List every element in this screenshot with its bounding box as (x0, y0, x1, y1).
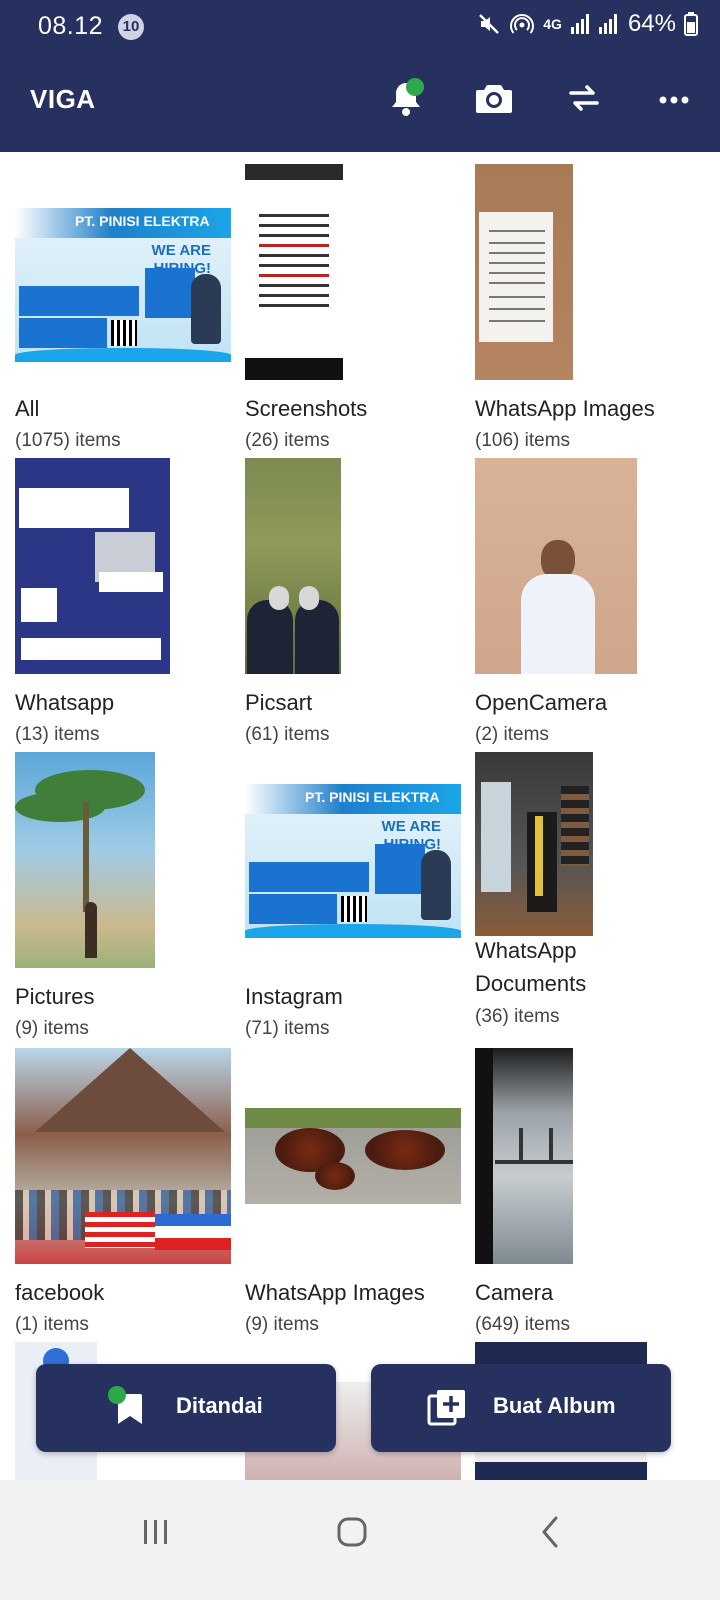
notification-dot (406, 78, 424, 96)
battery-level: 64% (627, 10, 676, 37)
album-name: facebook (15, 1280, 105, 1305)
album-count: (26) items (245, 430, 330, 451)
album-thumbnail (15, 752, 155, 968)
album-name: Pictures (15, 984, 95, 1009)
status-icons: 4G 64% (477, 10, 698, 38)
album-card[interactable]: OpenCamera (2) items (475, 458, 705, 748)
album-thumbnail (15, 458, 170, 674)
album-name: Whatsapp (15, 690, 115, 715)
album-count: (9) items (245, 1314, 319, 1335)
notifications-button[interactable] (380, 74, 432, 126)
album-card[interactable]: WhatsApp Documents (36) items (475, 752, 705, 1042)
recent-apps-icon (141, 1517, 171, 1552)
swap-icon (567, 83, 601, 118)
album-thumbnail (245, 1108, 461, 1204)
status-time: 08.12 (38, 12, 104, 40)
album-name: WhatsApp (475, 938, 577, 963)
album-thumbnail (475, 1048, 573, 1264)
album-name: All (15, 396, 40, 421)
album-thumbnail (475, 752, 593, 936)
album-count: (2) items (475, 724, 549, 745)
album-name: WhatsApp Images (475, 396, 655, 421)
album-thumbnail (245, 164, 343, 380)
recent-apps-button[interactable] (126, 1506, 186, 1562)
album-thumbnail: PT. PINISI ELEKTRA WE ARE HIRING! (245, 784, 461, 938)
album-thumbnail (475, 164, 573, 380)
album-grid: PT. PINISI ELEKTRA WE ARE HIRING! All (1… (0, 152, 720, 1492)
app-bar: VIGA (0, 64, 720, 136)
camera-button[interactable] (468, 74, 520, 126)
camera-icon (475, 82, 513, 119)
album-card[interactable]: Whatsapp (13) items (15, 458, 245, 748)
home-icon (336, 1516, 368, 1553)
album-count: (106) items (475, 430, 571, 451)
album-thumbnail (15, 1048, 231, 1264)
status-bar: 08.12 10 4G 64% (0, 0, 720, 52)
swap-button[interactable] (558, 74, 610, 126)
album-name: Camera (475, 1280, 554, 1305)
thumbnail-company-text: PT. PINISI ELEKTRA (75, 213, 210, 229)
album-count: (9) items (15, 1018, 89, 1039)
album-thumbnail (475, 458, 637, 674)
album-thumbnail (245, 458, 341, 674)
mute-icon (477, 12, 501, 36)
top-bar: 08.12 10 4G 64% VIGA (0, 0, 720, 152)
album-count: (13) items (15, 724, 100, 745)
album-count: (71) items (245, 1018, 330, 1039)
album-card[interactable]: facebook (1) items (15, 1048, 245, 1338)
bookmark-dot (108, 1386, 126, 1404)
more-icon (659, 91, 689, 109)
album-card[interactable]: Pictures (9) items (15, 752, 245, 1042)
album-card[interactable]: PT. PINISI ELEKTRA WE ARE HIRING! All (1… (15, 164, 245, 454)
album-count: (649) items (475, 1314, 571, 1335)
notification-count-badge: 10 (118, 14, 144, 40)
signal-icon-1 (570, 13, 590, 35)
album-thumbnail: PT. PINISI ELEKTRA WE ARE HIRING! (15, 208, 231, 362)
bookmarked-label: Ditandai (176, 1393, 263, 1418)
album-count: (1075) items (15, 430, 121, 451)
album-card[interactable]: Picsart (61) items (245, 458, 475, 748)
album-name: WhatsApp Images (245, 1280, 425, 1305)
network-type-icon: 4G (543, 16, 562, 32)
album-name-line2: Documents (475, 971, 587, 996)
add-album-icon (425, 1386, 469, 1430)
home-button[interactable] (322, 1506, 382, 1562)
album-card[interactable]: Screenshots (26) items (245, 164, 475, 454)
album-card[interactable]: WhatsApp Images (106) items (475, 164, 705, 454)
thumbnail-company-text: PT. PINISI ELEKTRA (305, 789, 440, 805)
app-title: VIGA (30, 84, 96, 114)
back-icon (539, 1515, 561, 1554)
back-button[interactable] (520, 1506, 580, 1562)
album-name: OpenCamera (475, 690, 608, 715)
create-album-button[interactable]: Buat Album (371, 1364, 671, 1452)
album-card[interactable]: Camera (649) items (475, 1048, 705, 1338)
album-name: Picsart (245, 690, 313, 715)
album-count: (61) items (245, 724, 330, 745)
album-count: (1) items (15, 1314, 89, 1335)
create-album-label: Buat Album (493, 1393, 616, 1418)
battery-icon (684, 12, 698, 36)
album-card[interactable]: WhatsApp Images (9) items (245, 1048, 475, 1338)
bookmarked-button[interactable]: Ditandai (36, 1364, 336, 1452)
album-count: (36) items (475, 1006, 560, 1027)
album-name: Screenshots (245, 396, 368, 421)
more-options-button[interactable] (648, 74, 700, 126)
hotspot-icon (509, 12, 535, 36)
system-nav-bar (0, 1480, 720, 1600)
album-card[interactable]: PT. PINISI ELEKTRA WE ARE HIRING! Instag… (245, 752, 475, 1042)
signal-icon-2 (598, 13, 618, 35)
album-name: Instagram (245, 984, 343, 1009)
